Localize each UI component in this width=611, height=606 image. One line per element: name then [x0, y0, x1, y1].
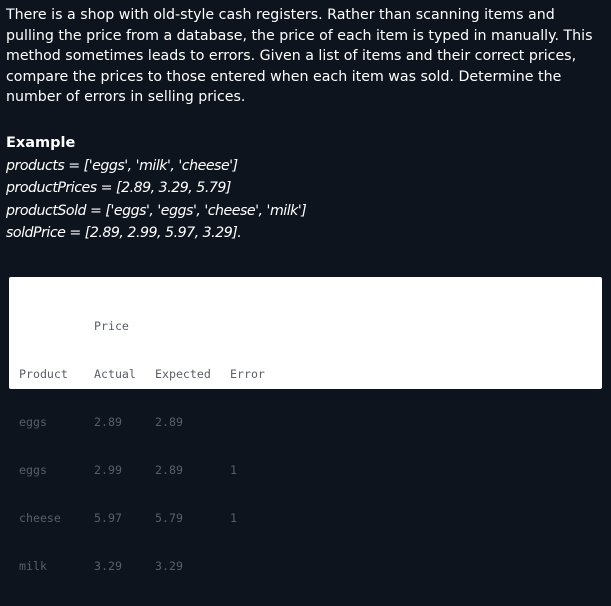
cell-expected: 5.79 [155, 511, 183, 525]
table-row: eggs 2.99 2.89 1 [19, 462, 290, 478]
example-line-products: products = ['eggs', 'milk', 'cheese'] [6, 158, 238, 174]
cell-actual: 5.97 [94, 511, 122, 525]
cell-product: eggs [19, 415, 47, 429]
price-table: Price Product Actual Expected Error eggs 2.8… [19, 286, 290, 606]
example-heading: Example [6, 135, 76, 151]
column-header-expected: Expected [155, 367, 211, 381]
problem-statement: There is a shop with old-style cash regi… [6, 7, 593, 105]
cell-product: milk [19, 559, 47, 573]
column-header-product: Product [19, 367, 68, 381]
cell-product: cheese [19, 511, 61, 525]
cell-expected: 2.89 [155, 463, 183, 477]
cell-error: 1 [230, 511, 237, 525]
table-row: eggs 2.89 2.89 [19, 414, 290, 430]
example-lines: products = ['eggs', 'milk', 'cheese'] pr… [6, 155, 307, 244]
cell-expected: 3.29 [155, 559, 183, 573]
price-group-header: Price [94, 319, 129, 333]
cell-actual: 3.29 [94, 559, 122, 573]
table-header-row: Product Actual Expected Error [19, 366, 290, 382]
column-header-actual: Actual [94, 367, 136, 381]
table-group-header-row: Price [19, 318, 290, 334]
example-line-product-prices: productPrices = [2.89, 3.29, 5.79] [6, 180, 231, 197]
example-line-sold-price: soldPrice = [2.89, 2.99, 5.97, 3.29]. [6, 224, 242, 241]
table-row: milk 3.29 3.29 [19, 558, 290, 574]
table-row: cheese 5.97 5.79 1 [19, 510, 290, 526]
column-header-error: Error [230, 367, 265, 381]
cell-error: 1 [230, 463, 237, 477]
example-table-box: Price Product Actual Expected Error eggs 2.8… [9, 277, 602, 573]
cell-product: eggs [19, 463, 47, 477]
cell-expected: 2.89 [155, 415, 183, 429]
cell-actual: 2.99 [94, 463, 122, 477]
cell-actual: 2.89 [94, 415, 122, 429]
example-line-product-sold: productSold = ['eggs', 'eggs', 'cheese',… [6, 202, 307, 219]
